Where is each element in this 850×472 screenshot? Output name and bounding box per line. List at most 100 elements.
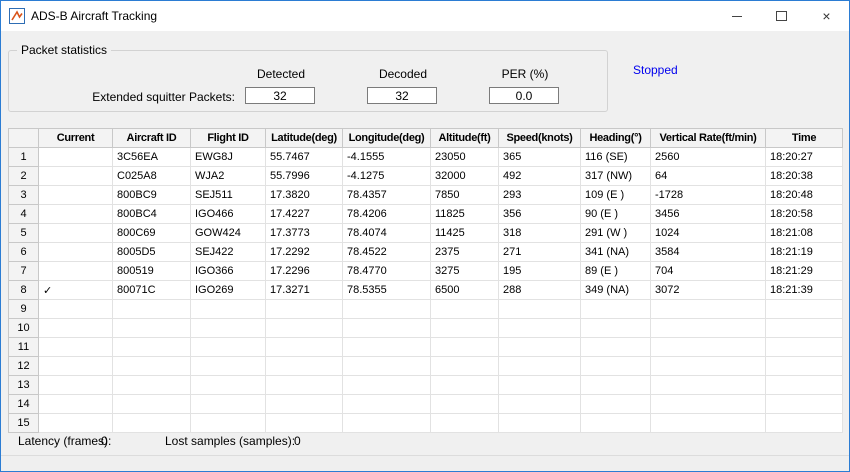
table-cell[interactable] <box>38 223 113 243</box>
table-row[interactable]: 5 800C69 GOW424 17.3773 78.4074 11425 318 291 (… <box>8 223 843 243</box>
table-cell[interactable]: IGO466 <box>190 204 266 224</box>
table-row[interactable]: 12 <box>8 356 843 376</box>
table-cell[interactable] <box>265 375 343 395</box>
table-cell[interactable]: 492 <box>498 166 581 186</box>
table-cell[interactable]: -4.1555 <box>342 147 431 167</box>
table-cell[interactable]: 17.3271 <box>265 280 343 300</box>
table-cell[interactable]: EWG8J <box>190 147 266 167</box>
table-row[interactable]: 9 <box>8 299 843 319</box>
table-cell[interactable] <box>498 375 581 395</box>
table-cell[interactable] <box>580 299 651 319</box>
table-cell[interactable] <box>190 337 266 357</box>
table-cell[interactable]: 8005D5 <box>112 242 191 262</box>
table-cell[interactable]: 18:20:38 <box>765 166 843 186</box>
row-number[interactable]: 15 <box>8 413 39 433</box>
row-number[interactable]: 14 <box>8 394 39 414</box>
table-cell[interactable] <box>265 394 343 414</box>
table-cell[interactable]: 89 (E ) <box>580 261 651 281</box>
table-row[interactable]: 4 800BC4 IGO466 17.4227 78.4206 11825 356 90 (E… <box>8 204 843 224</box>
table-cell[interactable] <box>265 356 343 376</box>
table-cell[interactable] <box>342 413 431 433</box>
table-cell[interactable]: 291 (W ) <box>580 223 651 243</box>
table-cell[interactable] <box>190 356 266 376</box>
table-cell[interactable] <box>265 318 343 338</box>
row-number[interactable]: 10 <box>8 318 39 338</box>
table-cell[interactable] <box>38 261 113 281</box>
table-cell[interactable]: 23050 <box>430 147 499 167</box>
table-cell[interactable]: 317 (NW) <box>580 166 651 186</box>
table-cell[interactable]: 32000 <box>430 166 499 186</box>
table-cell[interactable] <box>38 356 113 376</box>
table-cell[interactable] <box>765 394 843 414</box>
table-cell[interactable]: ✓ <box>38 280 113 300</box>
table-cell[interactable]: 80071C <box>112 280 191 300</box>
decoded-field[interactable] <box>367 87 437 104</box>
table-cell[interactable]: 18:21:08 <box>765 223 843 243</box>
table-cell[interactable] <box>38 394 113 414</box>
table-cell[interactable] <box>650 413 766 433</box>
table-cell[interactable] <box>38 318 113 338</box>
table-cell[interactable] <box>112 318 191 338</box>
table-cell[interactable] <box>430 356 499 376</box>
table-cell[interactable]: 11425 <box>430 223 499 243</box>
table-cell[interactable]: 55.7996 <box>265 166 343 186</box>
row-number[interactable]: 13 <box>8 375 39 395</box>
table-cell[interactable] <box>38 147 113 167</box>
table-cell[interactable] <box>580 318 651 338</box>
row-number[interactable]: 9 <box>8 299 39 319</box>
table-cell[interactable]: 318 <box>498 223 581 243</box>
table-cell[interactable] <box>430 299 499 319</box>
close-button[interactable]: × <box>804 1 849 31</box>
title-bar[interactable]: ADS-B Aircraft Tracking × <box>1 1 849 31</box>
table-cell[interactable]: 195 <box>498 261 581 281</box>
table-cell[interactable] <box>430 394 499 414</box>
table-cell[interactable]: 2375 <box>430 242 499 262</box>
row-number[interactable]: 7 <box>8 261 39 281</box>
table-cell[interactable] <box>112 394 191 414</box>
table-cell[interactable]: -1728 <box>650 185 766 205</box>
table-cell[interactable]: 55.7467 <box>265 147 343 167</box>
table-cell[interactable] <box>430 375 499 395</box>
table-cell[interactable]: 17.4227 <box>265 204 343 224</box>
table-cell[interactable]: 116 (SE) <box>580 147 651 167</box>
table-cell[interactable]: 3275 <box>430 261 499 281</box>
table-cell[interactable]: 11825 <box>430 204 499 224</box>
table-cell[interactable] <box>190 375 266 395</box>
table-cell[interactable]: WJA2 <box>190 166 266 186</box>
table-cell[interactable] <box>498 318 581 338</box>
table-cell[interactable]: 7850 <box>430 185 499 205</box>
table-cell[interactable] <box>38 166 113 186</box>
table-cell[interactable] <box>765 356 843 376</box>
table-cell[interactable] <box>265 413 343 433</box>
row-number[interactable]: 1 <box>8 147 39 167</box>
table-cell[interactable]: 78.4074 <box>342 223 431 243</box>
table-row[interactable]: 8 ✓ 80071C IGO269 17.3271 78.5355 6500 288 349 (… <box>8 280 843 300</box>
table-cell[interactable]: 800BC4 <box>112 204 191 224</box>
table-cell[interactable]: 3456 <box>650 204 766 224</box>
table-cell[interactable]: 341 (NA) <box>580 242 651 262</box>
table-cell[interactable] <box>650 318 766 338</box>
table-cell[interactable]: GOW424 <box>190 223 266 243</box>
table-cell[interactable]: 18:20:27 <box>765 147 843 167</box>
row-number[interactable]: 4 <box>8 204 39 224</box>
table-cell[interactable] <box>342 318 431 338</box>
table-row[interactable]: 2 C025A8 WJA2 55.7996 -4.1275 32000 492 317 (NW… <box>8 166 843 186</box>
table-cell[interactable] <box>498 413 581 433</box>
minimize-button[interactable] <box>714 1 759 31</box>
table-cell[interactable]: 6500 <box>430 280 499 300</box>
table-cell[interactable]: SEJ422 <box>190 242 266 262</box>
table-cell[interactable]: SEJ511 <box>190 185 266 205</box>
table-cell[interactable] <box>342 299 431 319</box>
table-cell[interactable] <box>38 242 113 262</box>
table-cell[interactable] <box>265 299 343 319</box>
table-cell[interactable] <box>650 394 766 414</box>
table-cell[interactable]: 109 (E ) <box>580 185 651 205</box>
table-cell[interactable] <box>498 337 581 357</box>
table-cell[interactable]: 1024 <box>650 223 766 243</box>
table-cell[interactable]: 293 <box>498 185 581 205</box>
row-number[interactable]: 8 <box>8 280 39 300</box>
table-cell[interactable] <box>190 318 266 338</box>
table-cell[interactable] <box>430 318 499 338</box>
table-cell[interactable] <box>650 337 766 357</box>
table-row[interactable]: 7 800519 IGO366 17.2296 78.4770 3275 195 89 (E … <box>8 261 843 281</box>
